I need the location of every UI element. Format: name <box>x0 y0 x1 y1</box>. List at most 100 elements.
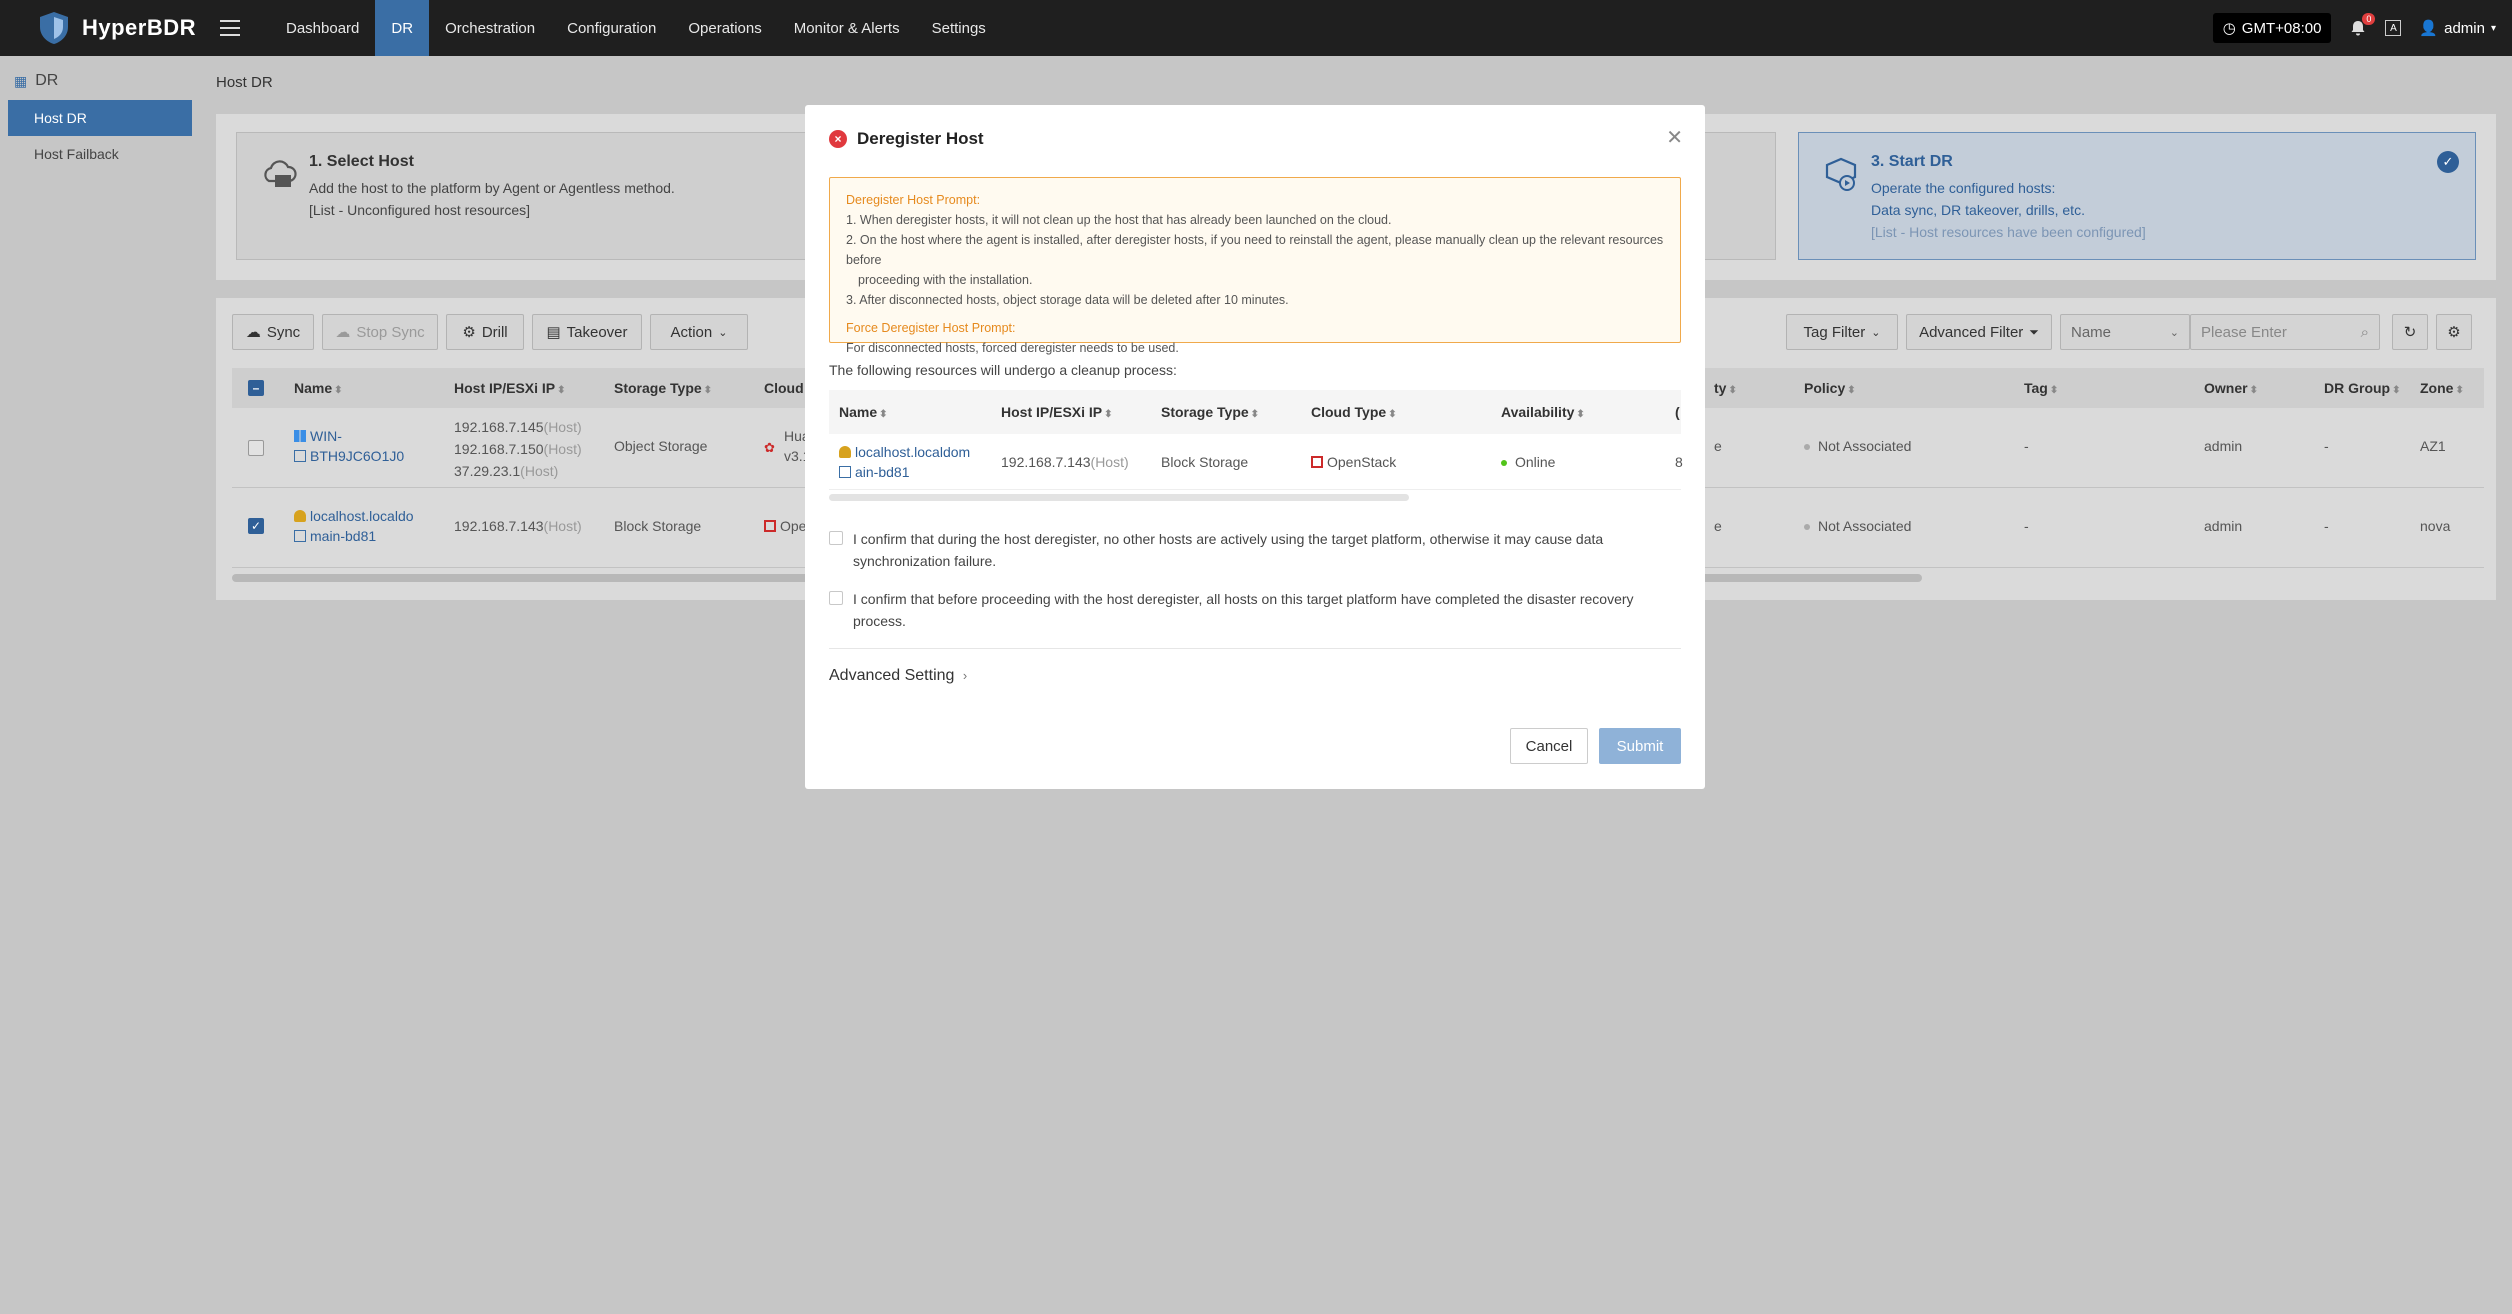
confirm-checkbox-2[interactable] <box>829 591 843 605</box>
drill-button[interactable]: ⚙ Drill <box>446 314 524 350</box>
sidebar-item-host-failback[interactable]: Host Failback <box>8 136 192 172</box>
chevron-right-icon: › <box>962 668 968 683</box>
filter-icon: ⏷ <box>2029 324 2039 339</box>
menu-toggle-icon[interactable] <box>220 20 240 36</box>
timezone-indicator[interactable]: ◷ GMT+08:00 <box>2212 13 2332 43</box>
sync-button[interactable]: ☁ Sync <box>232 314 314 350</box>
openstack-icon <box>1311 456 1323 468</box>
col-tag[interactable]: Tag ⬍ <box>2024 380 2058 396</box>
row-checkbox[interactable]: ✓ <box>248 518 264 534</box>
alert-count-badge: 0 <box>2362 13 2376 25</box>
cleanup-label: The following resources will undergo a c… <box>829 362 1177 378</box>
settings-button[interactable]: ⚙ <box>2436 314 2472 350</box>
takeover-icon: ▤ <box>546 324 561 341</box>
col-availability[interactable]: Availability ⬍ <box>1501 404 1585 420</box>
deregister-warning-box: Deregister Host Prompt: 1. When deregist… <box>829 177 1681 355</box>
user-menu[interactable]: 👤 admin ▾ <box>2419 19 2496 38</box>
linux-icon <box>839 446 851 458</box>
confirm-checkbox-1[interactable] <box>829 531 843 545</box>
col-zone[interactable]: Zone ⬍ <box>2420 380 2464 396</box>
nav-monitor-alerts[interactable]: Monitor & Alerts <box>778 0 916 56</box>
online-dot-icon <box>1501 460 1507 467</box>
col-name[interactable]: Name ⬍ <box>294 380 343 396</box>
cloud-sync-icon: ☁ <box>245 324 261 341</box>
search-input[interactable]: Please Enter ⌕ <box>2190 314 2380 350</box>
app-logo[interactable]: HyperBDR <box>0 10 200 46</box>
huawei-cloud-icon: ✿ <box>764 440 775 455</box>
status-dot-icon <box>1804 444 1810 451</box>
linux-icon <box>294 510 306 522</box>
stop-sync-button[interactable]: ☁ Stop Sync <box>322 314 438 350</box>
chevron-down-icon: ⌄ <box>1871 326 1881 339</box>
check-icon: ✓ <box>2437 151 2459 173</box>
dr-start-icon <box>1825 157 1857 191</box>
step-start-dr: 3. Start DR Operate the configured hosts… <box>1798 132 2476 260</box>
top-navbar: HyperBDR Dashboard DR Orchestration Conf… <box>0 0 2512 56</box>
col-policy[interactable]: Policy ⬍ <box>1804 380 1856 396</box>
bell-icon[interactable]: 0 <box>2349 13 2376 37</box>
table-header: Name ⬍ Host IP/ESXi IP ⬍ Storage Type ⬍ Clo… <box>829 390 1681 434</box>
gear-icon: ⚙ <box>2447 324 2461 341</box>
drill-icon: ⚙ <box>462 324 476 341</box>
cloud-stop-icon: ☁ <box>335 324 351 341</box>
main-nav: Dashboard DR Orchestration Configuration… <box>270 0 1002 56</box>
status-dot-icon <box>1804 524 1810 531</box>
horizontal-scrollbar[interactable] <box>829 494 1409 501</box>
col-owner[interactable]: Owner ⬍ <box>2204 380 2258 396</box>
col-dr-group[interactable]: DR Group ⬍ <box>2324 380 2401 396</box>
refresh-button[interactable]: ↻ <box>2392 314 2428 350</box>
col-name[interactable]: Name ⬍ <box>839 404 888 420</box>
advanced-filter-button[interactable]: Advanced Filter ⏷ <box>1906 314 2052 350</box>
advanced-setting-toggle[interactable]: Advanced Setting › <box>829 667 967 685</box>
confirm-dr-completed[interactable]: I confirm that before proceeding with th… <box>829 588 1649 632</box>
vm-icon <box>839 466 851 478</box>
vm-icon <box>294 450 306 462</box>
openstack-icon <box>764 520 776 532</box>
col-ip[interactable]: Host IP/ESXi IP ⬍ <box>1001 404 1113 420</box>
submit-button[interactable]: Submit <box>1599 728 1681 764</box>
search-icon: ⌕ <box>2360 323 2369 341</box>
page-title: Host DR <box>216 74 273 91</box>
shield-logo-icon <box>40 12 68 44</box>
row-checkbox[interactable] <box>248 440 264 456</box>
nav-dr[interactable]: DR <box>375 0 430 56</box>
cleanup-resources-table: Name ⬍ Host IP/ESXi IP ⬍ Storage Type ⬍ Clo… <box>829 390 1683 501</box>
vm-icon <box>294 530 306 542</box>
col-storage[interactable]: Storage Type ⬍ <box>1161 404 1259 420</box>
tag-filter-dropdown[interactable]: Tag Filter ⌄ <box>1786 314 1898 350</box>
sidebar-item-host-dr[interactable]: Host DR <box>8 100 192 136</box>
nav-configuration[interactable]: Configuration <box>551 0 672 56</box>
caret-down-icon: ▾ <box>2490 22 2496 34</box>
user-icon: 👤 <box>2419 20 2439 37</box>
modal-title: × Deregister Host <box>829 129 984 149</box>
col-extra: ( <box>1675 404 1680 420</box>
language-icon[interactable]: A <box>2385 20 2402 36</box>
nav-orchestration[interactable]: Orchestration <box>429 0 551 56</box>
takeover-button[interactable]: ▤ Takeover <box>532 314 642 350</box>
col-availability[interactable]: ty ⬍ <box>1714 380 1737 396</box>
action-dropdown[interactable]: Action ⌄ <box>650 314 748 350</box>
nav-dashboard[interactable]: Dashboard <box>270 0 375 56</box>
clock-icon: ◷ <box>2222 20 2236 37</box>
chevron-down-icon: ⌄ <box>2169 326 2179 339</box>
refresh-icon: ↻ <box>2403 324 2417 341</box>
search-field-select[interactable]: Name ⌄ <box>2060 314 2190 350</box>
close-icon[interactable]: ✕ <box>1666 125 1683 150</box>
col-storage[interactable]: Storage Type ⬍ <box>614 380 712 396</box>
sidebar: ▦ DR Host DR Host Failback <box>0 56 200 1314</box>
nav-operations[interactable]: Operations <box>672 0 777 56</box>
cancel-button[interactable]: Cancel <box>1510 728 1588 764</box>
confirm-no-active-hosts[interactable]: I confirm that during the host deregiste… <box>829 528 1649 572</box>
select-all-checkbox[interactable]: – <box>248 380 264 396</box>
error-circle-icon: × <box>829 130 847 148</box>
sidebar-section-dr[interactable]: ▦ DR <box>14 72 58 90</box>
nav-settings[interactable]: Settings <box>916 0 1002 56</box>
col-cloud[interactable]: Cloud Type ⬍ <box>1311 404 1397 420</box>
windows-icon <box>294 430 306 442</box>
chevron-down-icon: ⌄ <box>718 326 728 339</box>
table-row[interactable]: localhost.localdom ain-bd81 192.168.7.14… <box>829 434 1683 490</box>
building-icon: ▦ <box>14 72 28 89</box>
col-ip[interactable]: Host IP/ESXi IP ⬍ <box>454 380 566 396</box>
cloud-host-icon <box>264 160 297 187</box>
divider <box>829 648 1681 649</box>
